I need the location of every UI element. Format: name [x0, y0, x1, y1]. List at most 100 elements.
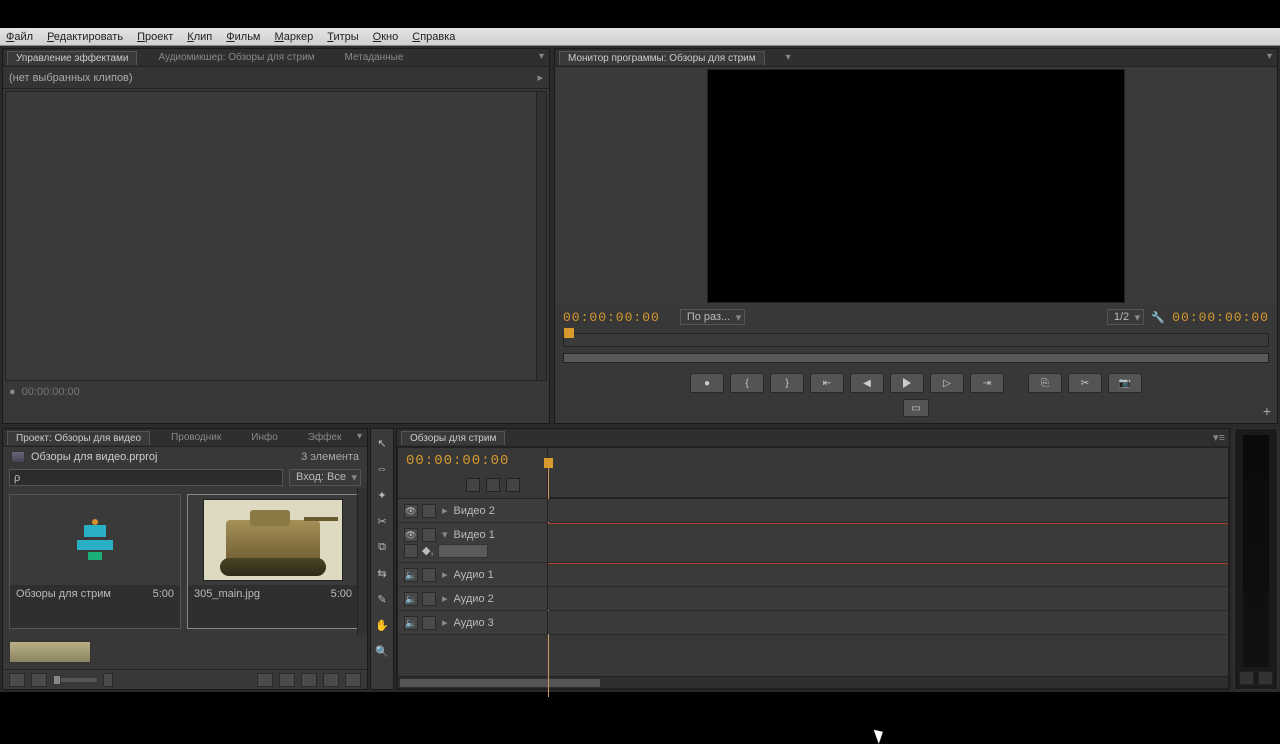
- effect-timecode[interactable]: 00:00:00:00: [22, 386, 80, 398]
- lock-icon[interactable]: [422, 568, 436, 582]
- lock-icon[interactable]: [422, 592, 436, 606]
- tab-dropdown-icon[interactable]: ▾: [777, 50, 800, 65]
- out-point-button[interactable]: }: [770, 373, 804, 393]
- selection-tool-icon[interactable]: ↖: [374, 435, 390, 451]
- thumb-size-slider[interactable]: [53, 678, 97, 682]
- playhead-marker-icon[interactable]: [564, 328, 574, 338]
- track-video-1[interactable]: ▾Видео 1 ◆,: [398, 523, 1228, 563]
- lift-button[interactable]: ⎘: [1028, 373, 1062, 393]
- speaker-icon[interactable]: [404, 568, 418, 582]
- tab-info[interactable]: Инфо: [242, 430, 287, 445]
- menu-bar[interactable]: Файл Редактировать Проект Клип Фильм Мар…: [0, 28, 1280, 46]
- effect-timeline-gutter[interactable]: [536, 92, 546, 380]
- panel-menu-icon[interactable]: ▾≡: [1213, 431, 1225, 444]
- track-audio-2[interactable]: ▸Аудио 2: [398, 587, 1228, 611]
- play-button[interactable]: [890, 373, 924, 393]
- pen-tool-icon[interactable]: ✎: [374, 591, 390, 607]
- step-back-button[interactable]: ◀: [850, 373, 884, 393]
- program-timecode-left[interactable]: 00:00:00:00: [563, 311, 660, 324]
- slide-tool-icon[interactable]: ⇆: [374, 565, 390, 581]
- bin-name: Обзоры для стрим: [16, 588, 111, 600]
- go-to-in-button[interactable]: ⇤: [810, 373, 844, 393]
- tab-effects[interactable]: Эффек: [299, 430, 351, 445]
- tab-project[interactable]: Проект: Обзоры для видео: [7, 431, 150, 445]
- snap-icon[interactable]: [466, 478, 480, 492]
- program-scrubber[interactable]: [563, 333, 1269, 347]
- bin-image[interactable]: 305_main.jpg5:00: [187, 494, 359, 629]
- menu-titles[interactable]: Титры: [327, 31, 358, 43]
- scrollbar-vertical[interactable]: [357, 488, 367, 635]
- new-bin-icon[interactable]: [301, 673, 317, 687]
- bin-duration: 5:00: [153, 588, 174, 600]
- program-preview[interactable]: [707, 69, 1125, 303]
- go-to-out-button[interactable]: ⇥: [970, 373, 1004, 393]
- bin-sequence[interactable]: Обзоры для стрим 5:00: [9, 494, 181, 629]
- icon-view-icon[interactable]: [31, 673, 47, 687]
- audio-meter[interactable]: [1243, 435, 1269, 667]
- menu-file[interactable]: Файл: [6, 31, 33, 43]
- search-input[interactable]: ρ: [9, 469, 283, 486]
- tab-program-monitor[interactable]: Монитор программы: Обзоры для стрим: [559, 51, 765, 65]
- speaker-icon[interactable]: [404, 592, 418, 606]
- marker-icon[interactable]: [486, 478, 500, 492]
- lock-icon[interactable]: [422, 616, 436, 630]
- solo-right-icon[interactable]: [1258, 671, 1273, 685]
- auto-sequence-icon[interactable]: [103, 673, 113, 687]
- trash-icon[interactable]: [345, 673, 361, 687]
- extract-button[interactable]: ✂: [1068, 373, 1102, 393]
- tab-media-browser[interactable]: Проводник: [162, 430, 230, 445]
- hand-tool-icon[interactable]: ✋: [374, 617, 390, 633]
- menu-marker[interactable]: Маркер: [274, 31, 313, 43]
- solo-left-icon[interactable]: [1239, 671, 1254, 685]
- effect-controls-panel: Управление эффектами Аудиомикшер: Обзоры…: [2, 48, 550, 424]
- find-icon[interactable]: [257, 673, 273, 687]
- mark-in-button[interactable]: ●: [690, 373, 724, 393]
- menu-edit[interactable]: Редактировать: [47, 31, 123, 43]
- tab-timeline-sequence[interactable]: Обзоры для стрим: [401, 431, 505, 445]
- zoom-tool-icon[interactable]: 🔍: [374, 643, 390, 659]
- in-point-button[interactable]: {: [730, 373, 764, 393]
- search-icon[interactable]: [279, 673, 295, 687]
- tab-audio-mixer[interactable]: Аудиомикшер: Обзоры для стрим: [149, 50, 323, 65]
- effect-controls-body: [5, 91, 547, 381]
- program-zoom-bar[interactable]: [563, 353, 1269, 363]
- menu-clip[interactable]: Клип: [187, 31, 212, 43]
- track-video-2[interactable]: ▸Видео 2: [398, 499, 1228, 523]
- timeline-horizontal-scrollbar[interactable]: [398, 676, 1228, 688]
- chevron-right-icon[interactable]: ▸: [537, 71, 543, 84]
- opacity-slider[interactable]: [438, 544, 488, 558]
- tab-effect-controls[interactable]: Управление эффектами: [7, 51, 137, 65]
- eye-icon[interactable]: [404, 504, 418, 518]
- timeline-timecode[interactable]: 00:00:00:00: [406, 453, 509, 469]
- wrench-icon[interactable]: 🔧: [1150, 309, 1166, 325]
- menu-sequence[interactable]: Фильм: [226, 31, 260, 43]
- sort-dropdown[interactable]: Вход: Все: [289, 469, 361, 486]
- razor-tool-icon[interactable]: ✂: [374, 513, 390, 529]
- zoom-fit-dropdown[interactable]: По раз...: [680, 309, 745, 325]
- lock-icon[interactable]: [422, 528, 436, 542]
- track-audio-1[interactable]: ▸Аудио 1: [398, 563, 1228, 587]
- menu-help[interactable]: Справка: [412, 31, 455, 43]
- filmstrip-preview[interactable]: [9, 641, 91, 663]
- menu-window[interactable]: Окно: [373, 31, 399, 43]
- lock-icon[interactable]: [422, 504, 436, 518]
- track-audio-3[interactable]: ▸Аудио 3: [398, 611, 1228, 635]
- timeline-ruler[interactable]: [548, 448, 1228, 498]
- tab-metadata[interactable]: Метаданные: [336, 50, 413, 65]
- ripple-tool-icon[interactable]: ✦: [374, 487, 390, 503]
- step-forward-button[interactable]: ▷: [930, 373, 964, 393]
- menu-project[interactable]: Проект: [137, 31, 173, 43]
- export-frame-button[interactable]: 📷: [1108, 373, 1142, 393]
- slip-tool-icon[interactable]: ⧉: [374, 539, 390, 555]
- resolution-dropdown[interactable]: 1/2: [1107, 309, 1144, 325]
- track-select-tool-icon[interactable]: ⇔: [374, 461, 390, 477]
- program-timecode-right[interactable]: 00:00:00:00: [1172, 311, 1269, 324]
- add-button[interactable]: +: [1263, 403, 1271, 419]
- settings-icon[interactable]: [506, 478, 520, 492]
- list-view-icon[interactable]: [9, 673, 25, 687]
- new-item-icon[interactable]: [323, 673, 339, 687]
- speaker-icon[interactable]: [404, 616, 418, 630]
- fx-icon[interactable]: [404, 544, 418, 558]
- eye-icon[interactable]: [404, 528, 418, 542]
- safe-margins-button[interactable]: ▭: [903, 399, 929, 417]
